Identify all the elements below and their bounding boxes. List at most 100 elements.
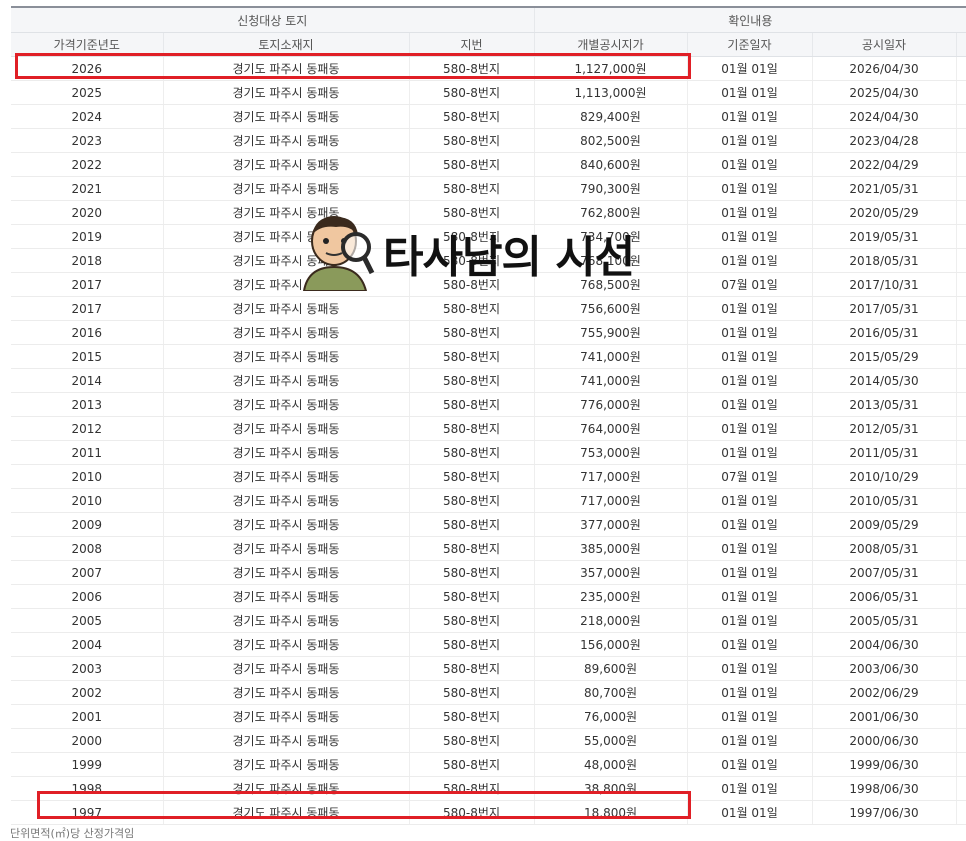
header-group-confirmation: 확인내용 [534, 6, 966, 33]
base-date-cell: 01월 01일 [687, 488, 813, 513]
row-spacer-cell [956, 488, 966, 513]
price-year-cell: 2003 [11, 656, 164, 681]
col-header-base-date: 기준일자 [687, 32, 813, 57]
announce-date-cell: 2000/06/30 [812, 728, 957, 753]
base-date-cell: 01월 01일 [687, 320, 813, 345]
price-year-cell: 2016 [11, 320, 164, 345]
lot-number-cell: 580-8번지 [409, 728, 535, 753]
row-spacer-cell [956, 176, 966, 201]
price-year-cell: 2025 [11, 80, 164, 105]
row-spacer-cell [956, 512, 966, 537]
announce-date-cell: 2006/05/31 [812, 584, 957, 609]
base-date-cell: 01월 01일 [687, 704, 813, 729]
row-spacer-cell [956, 272, 966, 297]
price-year-cell: 2020 [11, 200, 164, 225]
price-year-cell: 2005 [11, 608, 164, 633]
price-year-cell: 2022 [11, 152, 164, 177]
table-row: 1999 경기도 파주시 동패동 580-8번지 48,000원 01월 01일 1999… [11, 752, 966, 777]
official-price-cell: 48,000원 [534, 752, 688, 777]
location-cell: 경기도 파주시 동패동 [163, 584, 410, 609]
announce-date-cell: 1998/06/30 [812, 776, 957, 801]
row-spacer-cell [956, 584, 966, 609]
table-row: 2022 경기도 파주시 동패동 580-8번지 840,600원 01월 01일 202… [11, 152, 966, 177]
row-spacer-cell [956, 608, 966, 633]
official-price-cell: 741,000원 [534, 368, 688, 393]
table-row: 2005 경기도 파주시 동패동 580-8번지 218,000원 01월 01일 200… [11, 608, 966, 633]
announce-date-cell: 2017/05/31 [812, 296, 957, 321]
price-year-cell: 2026 [11, 56, 164, 81]
announce-date-cell: 2017/10/31 [812, 272, 957, 297]
announce-date-cell: 2011/05/31 [812, 440, 957, 465]
watermark-text: 타사남의 시선 [383, 232, 635, 283]
price-year-cell: 2011 [11, 440, 164, 465]
location-cell: 경기도 파주시 동패동 [163, 656, 410, 681]
location-cell: 경기도 파주시 동패동 [163, 680, 410, 705]
base-date-cell: 01월 01일 [687, 152, 813, 177]
base-date-cell: 01월 01일 [687, 608, 813, 633]
price-year-cell: 2009 [11, 512, 164, 537]
location-cell: 경기도 파주시 동패동 [163, 392, 410, 417]
land-price-table: 신청대상 토지 확인내용 가격기준년도 토지소재지 지번 개별공시지가 기준일자… [11, 6, 966, 825]
base-date-cell: 01월 01일 [687, 800, 813, 825]
table-row: 2017 경기도 파주시 동패동 580-8번지 756,600원 01월 01일 201… [11, 296, 966, 321]
announce-date-cell: 2016/05/31 [812, 320, 957, 345]
official-price-cell: 756,600원 [534, 296, 688, 321]
footer-note: 단위면적(㎡)당 산정가격임 [10, 827, 135, 840]
base-date-cell: 01월 01일 [687, 560, 813, 585]
base-date-cell: 01월 01일 [687, 392, 813, 417]
header-group-target-land: 신청대상 토지 [11, 6, 535, 33]
location-cell: 경기도 파주시 동패동 [163, 296, 410, 321]
announce-date-cell: 2019/05/31 [812, 224, 957, 249]
lot-number-cell: 580-8번지 [409, 752, 535, 777]
announce-date-cell: 1997/06/30 [812, 800, 957, 825]
base-date-cell: 01월 01일 [687, 200, 813, 225]
base-date-cell: 01월 01일 [687, 656, 813, 681]
price-year-cell: 2012 [11, 416, 164, 441]
base-date-cell: 01월 01일 [687, 752, 813, 777]
announce-date-cell: 2001/06/30 [812, 704, 957, 729]
announce-date-cell: 2023/04/28 [812, 128, 957, 153]
row-spacer-cell [956, 224, 966, 249]
official-price-cell: 55,000원 [534, 728, 688, 753]
table-header: 신청대상 토지 확인내용 가격기준년도 토지소재지 지번 개별공시지가 기준일자… [11, 6, 966, 57]
lot-number-cell: 580-8번지 [409, 152, 535, 177]
table-row: 2002 경기도 파주시 동패동 580-8번지 80,700원 01월 01일 2002… [11, 680, 966, 705]
lot-number-cell: 580-8번지 [409, 536, 535, 561]
price-year-cell: 2004 [11, 632, 164, 657]
lot-number-cell: 580-8번지 [409, 464, 535, 489]
table-row: 2001 경기도 파주시 동패동 580-8번지 76,000원 01월 01일 2001… [11, 704, 966, 729]
row-spacer-cell [956, 128, 966, 153]
announce-date-cell: 2010/05/31 [812, 488, 957, 513]
announce-date-cell: 2021/05/31 [812, 176, 957, 201]
location-cell: 경기도 파주시 동패동 [163, 464, 410, 489]
base-date-cell: 01월 01일 [687, 128, 813, 153]
announce-date-cell: 2003/06/30 [812, 656, 957, 681]
location-cell: 경기도 파주시 동패동 [163, 728, 410, 753]
table-row: 2024 경기도 파주시 동패동 580-8번지 829,400원 01월 01일 202… [11, 104, 966, 129]
col-header-location: 토지소재지 [163, 32, 410, 57]
announce-date-cell: 2009/05/29 [812, 512, 957, 537]
location-cell: 경기도 파주시 동패동 [163, 368, 410, 393]
price-year-cell: 2010 [11, 464, 164, 489]
row-spacer-cell [956, 656, 966, 681]
announce-date-cell: 2014/05/30 [812, 368, 957, 393]
announce-date-cell: 2018/05/31 [812, 248, 957, 273]
base-date-cell: 01월 01일 [687, 368, 813, 393]
official-price-cell: 840,600원 [534, 152, 688, 177]
lot-number-cell: 580-8번지 [409, 176, 535, 201]
announce-date-cell: 1999/06/30 [812, 752, 957, 777]
price-year-cell: 2002 [11, 680, 164, 705]
announce-date-cell: 2025/04/30 [812, 80, 957, 105]
row-spacer-cell [956, 752, 966, 777]
lot-number-cell: 580-8번지 [409, 704, 535, 729]
base-date-cell: 07월 01일 [687, 464, 813, 489]
row-spacer-cell [956, 416, 966, 441]
watermark: 타사남의 시선 [298, 213, 648, 293]
official-price-cell: 802,500원 [534, 128, 688, 153]
row-spacer-cell [956, 464, 966, 489]
announce-date-cell: 2002/06/29 [812, 680, 957, 705]
location-cell: 경기도 파주시 동패동 [163, 536, 410, 561]
table-row: 2008 경기도 파주시 동패동 580-8번지 385,000원 01월 01일 200… [11, 536, 966, 561]
announce-date-cell: 2026/04/30 [812, 56, 957, 81]
official-price-cell: 38,800원 [534, 776, 688, 801]
